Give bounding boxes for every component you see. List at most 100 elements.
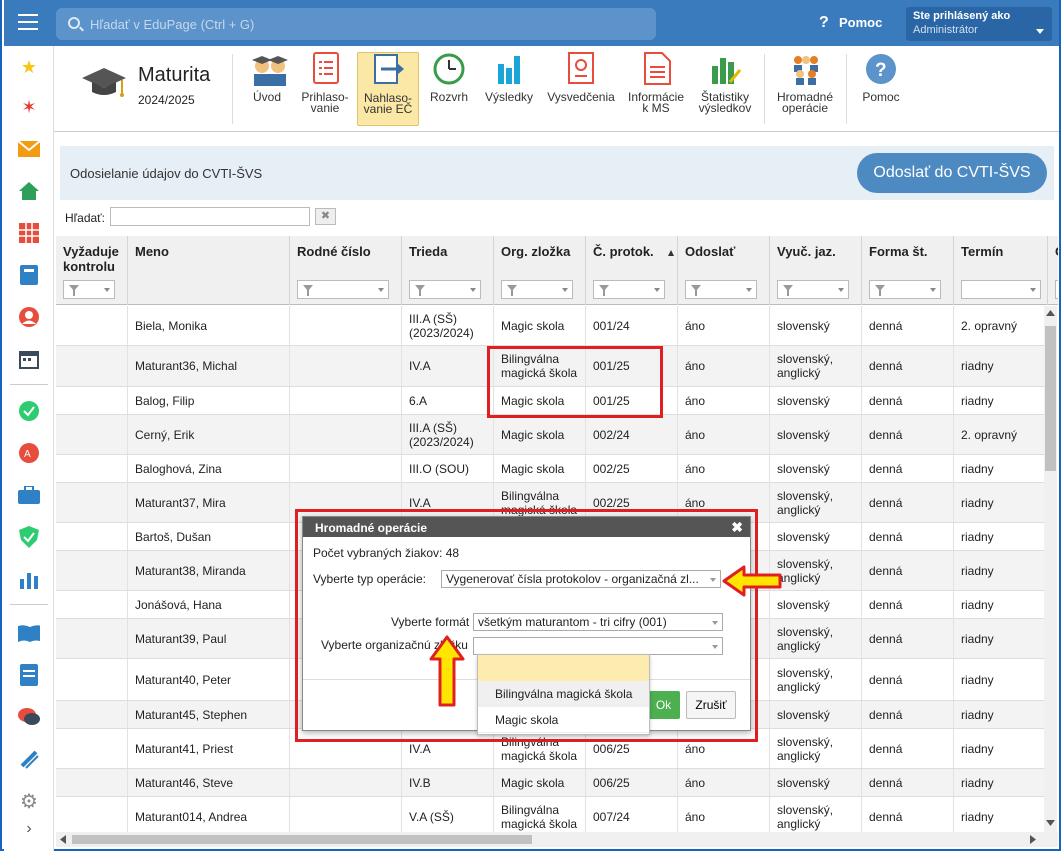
ok-button[interactable]: Ok [647,691,680,719]
column-filter[interactable] [869,280,941,299]
column-header-rodne-cislo[interactable]: Rodné číslo [290,236,402,305]
table-row[interactable]: Biela, Monika III.A (SŠ) (2023/2024) Magic … [56,306,1048,346]
horizontal-scrollbar[interactable] [56,832,1058,847]
cell-trieda: V.A (SŠ) [402,797,494,832]
close-icon[interactable]: ✖ [731,519,743,536]
global-search-input[interactable] [90,14,640,34]
user-label: Ste prihlásený ako [913,10,1011,22]
open-book-icon[interactable] [18,622,40,644]
column-header-odoslat[interactable]: Odoslať [678,236,770,305]
document-edit-icon[interactable] [18,664,40,686]
calendar-grid-icon[interactable] [18,222,40,244]
tool-hromadne-operacie[interactable]: Hromadné operácie [772,52,838,126]
cell-check [56,483,128,522]
tool-rozvrh[interactable]: Rozvrh [426,52,472,126]
cell-text: 007/24 [593,809,630,824]
scroll-right-icon[interactable] [1030,835,1036,844]
hamburger-menu-icon[interactable] [18,14,38,30]
cell-text: slovenský [777,775,830,790]
shield-icon[interactable] [18,526,40,548]
schedule-icon[interactable] [18,348,40,370]
column-header-meno[interactable]: Meno [128,236,290,305]
column-filter[interactable] [961,280,1041,299]
magic-wand-icon[interactable]: ✶ [18,96,40,118]
help-link[interactable]: ? Pomoc [819,14,882,32]
gear-icon[interactable]: ⚙ [18,790,40,813]
dropdown-option-empty[interactable] [478,655,649,681]
scroll-up-icon[interactable] [1046,310,1055,316]
tool-pomoc[interactable]: ? Pomoc [854,52,908,126]
user-icon[interactable] [18,306,40,328]
format-select[interactable]: všetkým maturantom - tri cifry (001) [473,613,723,631]
column-label: Č. protok. [593,244,654,259]
tool-uvod[interactable]: Úvod [242,52,292,126]
chevron-right-icon[interactable]: › [18,818,40,840]
tool-nahlasovanie-ec[interactable]: Nahlaso- vanie EČ [357,52,419,126]
global-search[interactable] [56,8,656,40]
column-filter[interactable] [1055,280,1058,299]
scroll-thumb[interactable] [1045,326,1056,471]
send-to-cvti-button[interactable]: Odoslať do CVTI-ŠVS [857,153,1047,193]
check-circle-icon[interactable] [18,400,40,422]
column-header-trieda[interactable]: Trieda [402,236,494,305]
scroll-thumb[interactable] [72,835,532,844]
table-header: Vyžaduje kontrolu Meno Rodné číslo Trieda… [56,236,1058,305]
column-filter[interactable] [63,280,115,299]
column-filter[interactable] [777,280,849,299]
org-unit-select[interactable] [473,637,723,655]
clear-search-button[interactable]: ✖ [315,208,336,225]
module-header: Maturita 2024/2025 Úvod Prihlaso- vanie … [54,46,1059,132]
column-header-org-zlozka[interactable]: Org. zložka [494,236,586,305]
grade-icon[interactable]: A [18,442,40,464]
vertical-scrollbar[interactable] [1044,306,1057,832]
column-header-forma-st[interactable]: Forma št. [862,236,954,305]
star-icon[interactable]: ★ [18,56,40,78]
briefcase-icon[interactable] [18,484,40,506]
cell-text: riadny [961,393,994,408]
cell-odos: áno [678,415,770,454]
dropdown-option[interactable]: Bilingválna magická škola [478,681,649,707]
scroll-left-icon[interactable] [60,835,66,844]
column-filter[interactable] [593,280,665,299]
tool-vysvedcenia[interactable]: Vysvedčenia [544,52,618,126]
column-header-vyuc-jaz[interactable]: Vyuč. jaz. [770,236,862,305]
cell-forma: denná [862,619,954,658]
cell-check [56,455,128,482]
cell-check [56,659,128,700]
column-header-more[interactable]: O [1048,236,1058,305]
column-header-termin[interactable]: Termín [954,236,1048,305]
tool-prihlasovanie[interactable]: Prihlaso- vanie [300,52,350,126]
column-header-c-protok[interactable]: Č. protok. [586,236,678,305]
tool-statistiky-vysledkov[interactable]: Štatistiky výsledkov [694,52,756,126]
table-row[interactable]: Cerný, Erik III.A (SŠ) (2023/2024) Magic sk… [56,415,1048,455]
table-row[interactable]: Maturant46, Steve IV.B Magic skola 006/25 án… [56,769,1048,797]
chat-icon[interactable] [18,706,40,728]
table-search-input[interactable] [110,207,310,226]
column-header-vyzaduje[interactable]: Vyžaduje kontrolu [56,236,128,305]
table-row[interactable]: Baloghová, Zina III.O (SOU) Magic skola 002… [56,455,1048,483]
cell-text: áno [685,461,706,476]
column-filter[interactable] [685,280,757,299]
column-filter[interactable] [501,280,573,299]
scroll-down-icon[interactable] [1046,820,1055,826]
cell-text: slovenský, [777,624,834,639]
tool-vysledky[interactable]: Výsledky [482,52,536,126]
operation-type-select[interactable]: Vygenerovať čísla protokolov - organizač… [441,570,721,588]
user-menu[interactable]: Ste prihlásený ako Administrátor [906,7,1052,41]
table-row[interactable]: Maturant014, Andrea V.A (SŠ) Bilingválna ma… [56,797,1048,832]
cell-termin: 2. opravný [954,306,1048,345]
pen-icon[interactable] [18,748,40,770]
cancel-button[interactable]: Zrušiť [686,691,736,719]
cell-rc [290,306,402,345]
mail-icon[interactable] [18,138,40,160]
notebook-icon[interactable] [18,264,40,286]
dropdown-option[interactable]: Magic skola [478,707,649,733]
cell-jaz: slovenský [770,306,862,345]
bar-chart-icon[interactable] [18,568,40,590]
tool-informacie-ms[interactable]: Informácie k MS [626,52,686,126]
cell-prot: 002/24 [586,415,678,454]
cell-text: 002/25 [593,461,630,476]
column-filter[interactable] [409,280,481,299]
column-filter[interactable] [297,280,389,299]
home-icon[interactable] [18,180,40,202]
